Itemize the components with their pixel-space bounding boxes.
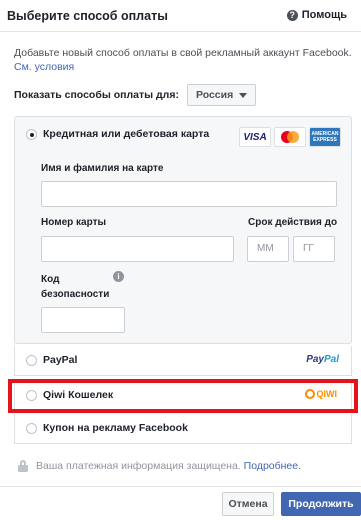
cancel-button[interactable]: Отмена: [222, 492, 274, 516]
card-option-label: Кредитная или дебетовая карта: [43, 128, 210, 140]
intro-text: Добавьте новый способ оплаты в свой рекл…: [14, 46, 354, 74]
mastercard-logo: [274, 127, 306, 147]
country-label: Показать способы оплаты для:: [14, 89, 179, 101]
help-label: Помощь: [301, 9, 347, 21]
expiry-label: Срок действия до: [248, 217, 338, 228]
dialog-title: Выберите способ оплаты: [7, 9, 168, 23]
secure-text: Ваша платежная информация защищена.: [36, 460, 241, 472]
cvv-input[interactable]: [41, 307, 125, 333]
intro-description: Добавьте новый способ оплаты в свой рекл…: [14, 47, 352, 59]
amex-logo: AMERICAN EXPRESS: [309, 127, 341, 147]
card-payment-panel: Кредитная или дебетовая карта VISA AMERI…: [14, 116, 352, 344]
info-icon[interactable]: i: [113, 271, 124, 282]
paypal-label: PayPal: [43, 354, 78, 366]
country-select[interactable]: Россия: [186, 84, 257, 106]
expiry-month-input[interactable]: ММ: [247, 236, 289, 262]
paypal-radio[interactable]: [26, 355, 37, 366]
secure-notice: Ваша платежная информация защищена. Подр…: [18, 460, 301, 472]
qiwi-highlight-frame: [8, 379, 358, 413]
card-radio[interactable]: [26, 129, 37, 140]
cvv-label: Код безопасности: [41, 274, 110, 300]
card-number-label: Номер карты: [41, 217, 107, 228]
footer-divider: [0, 486, 361, 487]
visa-logo: VISA: [239, 127, 271, 147]
dialog-header: Выберите способ оплаты ? Помощь: [0, 0, 361, 32]
paypal-logo: PayPal: [306, 354, 339, 365]
learn-more-link[interactable]: Подробнее.: [244, 460, 301, 472]
cardholder-name-input[interactable]: [41, 181, 337, 207]
country-value: Россия: [195, 89, 234, 101]
payment-option-paypal[interactable]: PayPal PayPal: [14, 346, 352, 376]
continue-button[interactable]: Продолжить: [281, 492, 361, 516]
country-row: Показать способы оплаты для: Россия: [14, 84, 257, 106]
cardholder-name-label: Имя и фамилия на карте: [41, 163, 164, 174]
question-icon: ?: [286, 9, 298, 21]
help-button[interactable]: ? Помощь: [286, 9, 347, 21]
expiry-year-input[interactable]: ГГ: [293, 236, 335, 262]
lock-icon: [18, 460, 28, 472]
card-logos: VISA AMERICAN EXPRESS: [239, 127, 341, 147]
terms-link[interactable]: См. условия: [14, 61, 74, 73]
payment-option-coupon[interactable]: Купон на рекламу Facebook: [14, 414, 352, 444]
caret-down-icon: [239, 92, 248, 98]
coupon-radio[interactable]: [26, 423, 37, 434]
coupon-label: Купон на рекламу Facebook: [43, 422, 188, 434]
card-number-input[interactable]: [41, 236, 234, 262]
